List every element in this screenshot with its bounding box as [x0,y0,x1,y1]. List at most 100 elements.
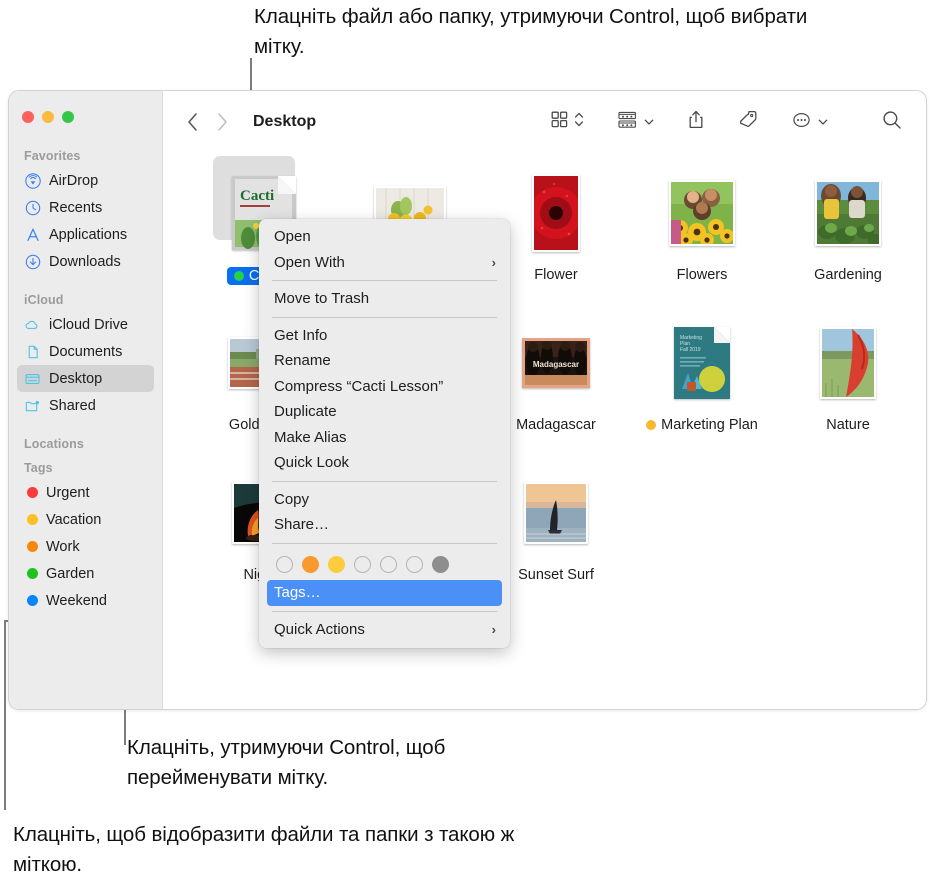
file-name: Madagascar [516,417,596,433]
menu-separator [272,480,497,482]
minimize-button-icon[interactable] [42,111,54,123]
menu-item-open[interactable]: Open [259,224,510,250]
file-item-hidden-3b [629,467,775,617]
search-button[interactable] [876,107,908,137]
sidebar-item-label: Desktop [49,370,103,387]
group-by-button[interactable] [612,107,660,137]
menu-item-move-to-trash[interactable]: Move to Trash [259,286,510,312]
menu-item-copy[interactable]: Copy [259,487,510,513]
swatch-orange-icon[interactable] [302,555,319,573]
share-button[interactable] [682,107,710,137]
file-item-flowers[interactable]: Flowers [629,167,775,317]
file-item-marketing-plan[interactable]: Marketing Plan Fall 2019 Marketing Plan [629,317,775,467]
more-actions-button[interactable] [786,107,834,137]
callout-middle-text: Клацніть, утримуючи Control, щоб перейме… [127,736,446,789]
file-label[interactable]: Flower [534,267,578,283]
swatch-purple-icon[interactable] [406,555,423,573]
file-label[interactable]: Flowers [677,267,728,283]
gardening-photo-thumb [815,180,881,246]
tag-dot-icon [646,420,657,430]
sidebar-section-icloud: iCloud [24,293,64,307]
file-label[interactable]: Sunset Surf [518,567,594,583]
sidebar-tag-vacation[interactable]: Vacation [17,506,154,533]
menu-item-duplicate[interactable]: Duplicate [259,399,510,425]
swatch-blue-icon[interactable] [380,555,397,573]
menu-item-share[interactable]: Share… [259,512,510,538]
sidebar-item-shared[interactable]: Shared [17,392,154,419]
sidebar-item-icloud-drive[interactable]: iCloud Drive [17,311,154,338]
thumbnail-wrap [532,167,580,259]
menu-item-label: Quick Actions [274,620,365,638]
swatch-green-icon[interactable] [354,555,371,573]
file-label[interactable]: Gardening [814,267,882,283]
menu-item-quick-actions[interactable]: Quick Actions › [259,617,510,643]
downloads-icon [24,253,41,270]
menu-item-quick-look[interactable]: Quick Look [259,450,510,476]
menu-item-label: Get Info [274,326,328,344]
search-icon [882,110,902,135]
toolbar: Desktop [163,91,926,153]
group-by-icon [618,111,637,134]
sidebar-item-label: Weekend [46,592,107,609]
sidebar-item-label: Applications [49,226,128,243]
svg-text:Cacti: Cacti [240,188,274,204]
menu-item-open-with[interactable]: Open With › [259,250,510,276]
desktop-icon [24,370,41,387]
menu-item-rename[interactable]: Rename [259,348,510,374]
file-item-hidden-3c [775,467,921,617]
tag-dot-icon [27,568,38,579]
zoom-button-icon[interactable] [62,111,74,123]
file-item-gardening[interactable]: Gardening [775,167,921,317]
file-name: Flower [534,267,578,283]
sidebar-item-label: Garden [46,565,95,582]
menu-separator [272,316,497,318]
sidebar: Favorites AirDrop Recents Applications D… [9,91,163,709]
swatch-yellow-icon[interactable] [328,555,345,573]
swatch-gray-icon[interactable] [432,555,449,573]
menu-item-get-info[interactable]: Get Info [259,323,510,349]
menu-item-label: Move to Trash [274,290,370,308]
airdrop-icon [24,172,41,189]
sidebar-tag-work[interactable]: Work [17,533,154,560]
sidebar-tag-urgent[interactable]: Urgent [17,479,154,506]
menu-item-make-alias[interactable]: Make Alias [259,425,510,451]
back-button[interactable] [177,107,207,137]
file-item-nature[interactable]: Nature [775,317,921,467]
sidebar-item-label: Documents [49,343,123,360]
file-name: Sunset Surf [518,567,594,583]
forward-button[interactable] [207,107,237,137]
sidebar-item-recents[interactable]: Recents [17,194,154,221]
sidebar-tag-weekend[interactable]: Weekend [17,587,154,614]
view-mode-button[interactable] [545,107,590,137]
sidebar-tag-garden[interactable]: Garden [17,560,154,587]
more-actions-chevron-icon [818,113,828,131]
file-label[interactable]: Marketing Plan [646,417,758,433]
tag-icon [738,110,758,134]
file-label[interactable]: Nature [826,417,870,433]
tag-color-swatches [259,549,510,580]
sidebar-item-applications[interactable]: Applications [17,221,154,248]
grid-view-icon [551,111,568,133]
chevron-right-icon: › [491,621,496,637]
file-label[interactable]: Madagascar [516,417,596,433]
thumbnail-wrap [815,167,881,259]
sidebar-item-documents[interactable]: Documents [17,338,154,365]
share-icon [688,110,704,134]
tag-button[interactable] [732,107,764,137]
close-button-icon[interactable] [22,111,34,123]
swatch-none-icon[interactable] [276,555,293,573]
thumbnail-wrap [820,317,876,409]
tag-dot-icon [27,541,38,552]
file-name: Gardening [814,267,882,283]
menu-item-tags[interactable]: Tags… [267,579,502,606]
applications-icon [24,226,41,243]
breadcrumb[interactable]: Desktop [253,113,316,131]
menu-item-compress[interactable]: Compress “Cacti Lesson” [259,374,510,400]
sidebar-section-tags: Tags [24,461,53,475]
sidebar-section-favorites: Favorites [24,149,81,163]
menu-separator [272,280,497,281]
sidebar-item-airdrop[interactable]: AirDrop [17,167,154,194]
sidebar-item-label: iCloud Drive [49,316,128,333]
sidebar-item-downloads[interactable]: Downloads [17,248,154,275]
sidebar-item-desktop[interactable]: Desktop [17,365,154,392]
